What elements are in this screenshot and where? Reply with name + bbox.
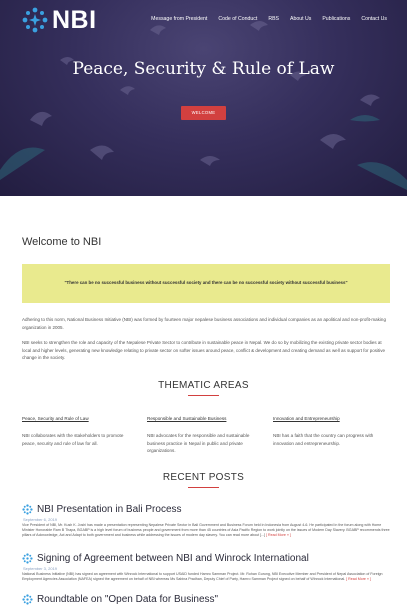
people-circle-icon	[22, 7, 48, 33]
thematic-area-text: NBI advocates for the responsible and su…	[147, 433, 250, 453]
thematic-area: Peace, Security and Rule of Law NBI coll…	[22, 416, 134, 447]
hero-title: Peace, Security & Rule of Law	[72, 59, 335, 79]
people-circle-icon	[22, 553, 33, 564]
nav-item-code-of-conduct[interactable]: Code of Conduct	[218, 16, 257, 22]
read-more-link[interactable]: [ Read More » ]	[266, 533, 291, 537]
post-date: September 3, 2019	[23, 566, 58, 571]
welcome-button[interactable]: WELCOME	[181, 106, 226, 120]
read-more-link[interactable]: [ Read More » ]	[346, 577, 371, 581]
welcome-paragraph: NBI seeks to strengthen the role and cap…	[22, 340, 385, 360]
post-excerpt-text: National Business Initiative (NBI) has s…	[22, 572, 383, 581]
main-nav: Message from President Code of Conduct R…	[140, 16, 387, 22]
post-date: September 6, 2019	[23, 517, 58, 522]
nav-item-message-from-president[interactable]: Message from President	[151, 16, 207, 22]
thematic-area-text: NBI collaborates with the stakeholders t…	[22, 433, 124, 446]
heading-divider	[188, 395, 219, 396]
thematic-area: Responsible and Sustainable Business NBI…	[147, 416, 259, 455]
post-title[interactable]: NBI Presentation in Bali Process	[37, 504, 182, 515]
thematic-areas-heading: THEMATIC AREAS	[158, 380, 249, 391]
heading-divider	[188, 487, 219, 488]
post-excerpt-text: Vice President of NBI, Mr. Kush K. Joshi…	[22, 523, 390, 537]
thematic-area-link[interactable]: Responsible and Sustainable Business	[147, 416, 259, 421]
welcome-paragraph: Adhering to this norm, National Business…	[22, 317, 386, 330]
post-item: NBI Presentation in Bali Process Septemb…	[22, 504, 392, 538]
site-logo[interactable]: NBI	[21, 6, 97, 34]
people-circle-icon	[22, 594, 33, 605]
thematic-area-link[interactable]: Innovation and Entrepreneurship	[273, 416, 385, 421]
thematic-area-text: NBI has a faith that the country can pro…	[273, 433, 374, 446]
nav-item-contact-us[interactable]: Contact Us	[361, 16, 387, 22]
welcome-heading: Welcome to NBI	[22, 236, 102, 248]
thematic-area: Innovation and Entrepreneurship NBI has …	[273, 416, 385, 447]
post-excerpt: National Business Initiative (NBI) has s…	[22, 572, 392, 582]
recent-posts-heading: RECENT POSTS	[162, 472, 245, 483]
quote-text: "There can be no successful business wit…	[64, 280, 348, 285]
post-item: Signing of Agreement between NBI and Win…	[22, 553, 392, 582]
brand-name: NBI	[52, 5, 97, 34]
nav-item-publications[interactable]: Publications	[322, 16, 350, 22]
post-title[interactable]: Signing of Agreement between NBI and Win…	[37, 553, 309, 564]
quote-box: "There can be no successful business wit…	[22, 264, 390, 303]
post-item: Roundtable on "Open Data for Business"	[22, 594, 392, 605]
thematic-area-link[interactable]: Peace, Security and Rule of Law	[22, 416, 134, 421]
post-excerpt: Vice President of NBI, Mr. Kush K. Joshi…	[22, 523, 392, 538]
post-title[interactable]: Roundtable on "Open Data for Business"	[37, 594, 218, 605]
top-navigation-bar: NBI Message from President Code of Condu…	[0, 0, 407, 38]
people-circle-icon	[22, 504, 33, 515]
nav-item-rbs[interactable]: RBS	[268, 16, 279, 22]
hero-banner: NBI Message from President Code of Condu…	[0, 0, 407, 196]
nav-item-about-us[interactable]: About Us	[290, 16, 311, 22]
